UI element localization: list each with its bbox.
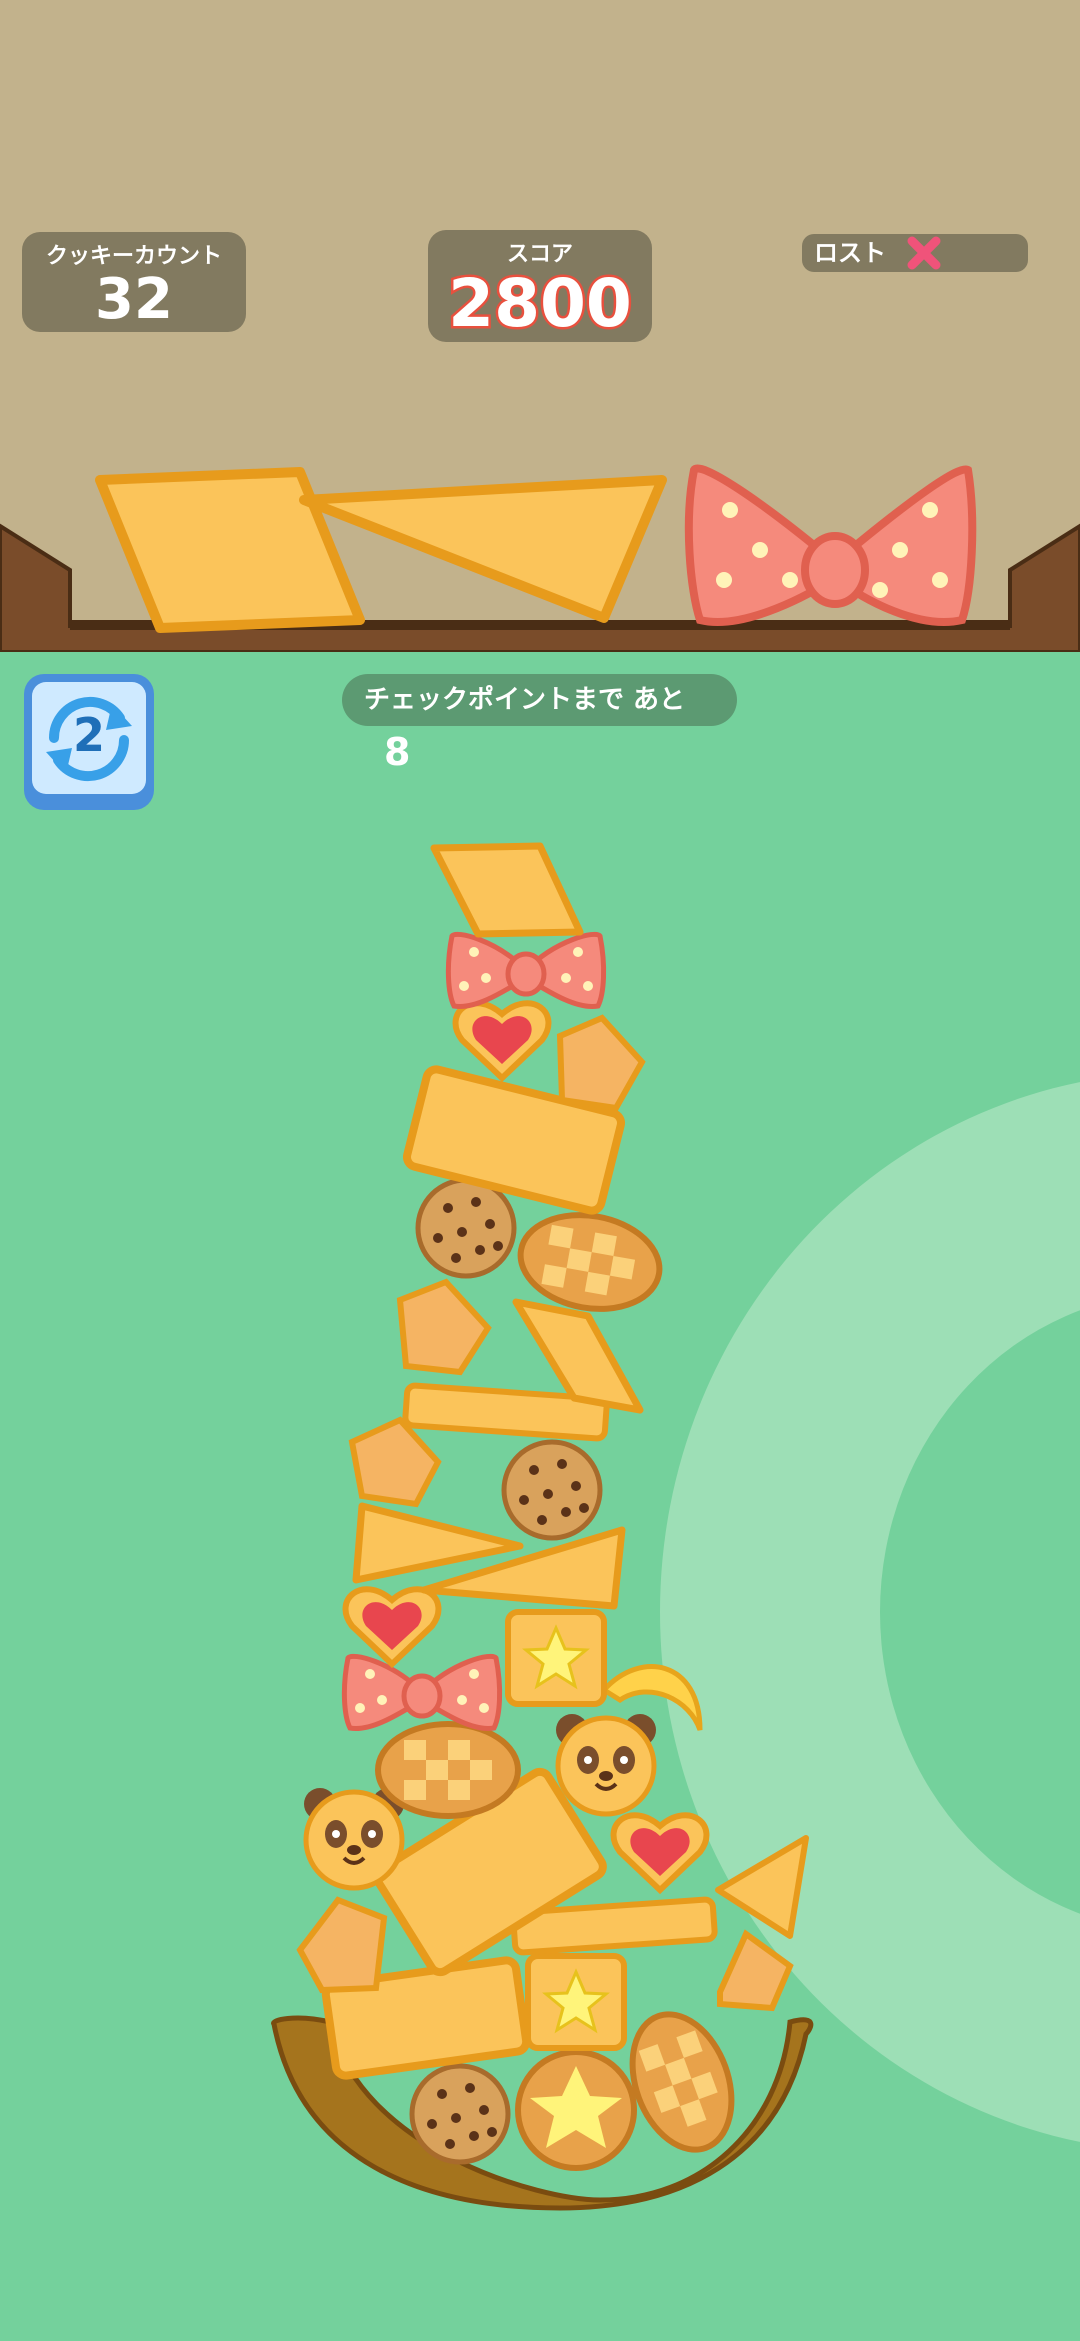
cookie-tower — [271, 842, 814, 2211]
